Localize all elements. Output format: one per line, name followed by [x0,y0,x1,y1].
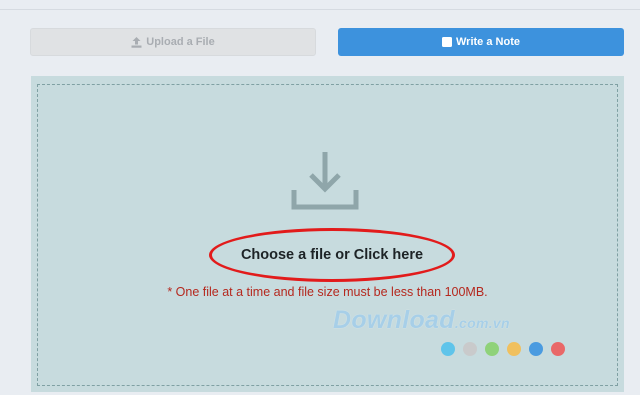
watermark-text: Download [333,306,455,334]
watermark-dot [551,342,565,356]
write-note-label: Write a Note [456,36,520,48]
watermark-logo: Download.com.vn [333,306,510,335]
top-divider [0,0,640,10]
file-size-note: * One file at a time and file size must … [167,285,488,299]
file-drop-zone[interactable]: Choose a file or Click here * One file a… [31,76,624,392]
watermark-suffix: .com.vn [454,315,510,331]
watermark-dot [485,342,499,356]
upload-file-tab[interactable]: Upload a File [30,28,316,56]
choose-file-label: Choose a file or Click here [240,247,424,263]
watermark-dot [507,342,521,356]
watermark-dots [441,342,565,356]
write-note-tab[interactable]: Write a Note [338,28,624,56]
watermark-dot [441,342,455,356]
watermark-dot [529,342,543,356]
upload-file-label: Upload a File [146,36,215,48]
download-icon [291,150,359,215]
note-icon [442,37,452,47]
upload-icon [131,36,142,48]
watermark-dot [463,342,477,356]
choose-file-button[interactable]: Choose a file or Click here [209,228,455,282]
